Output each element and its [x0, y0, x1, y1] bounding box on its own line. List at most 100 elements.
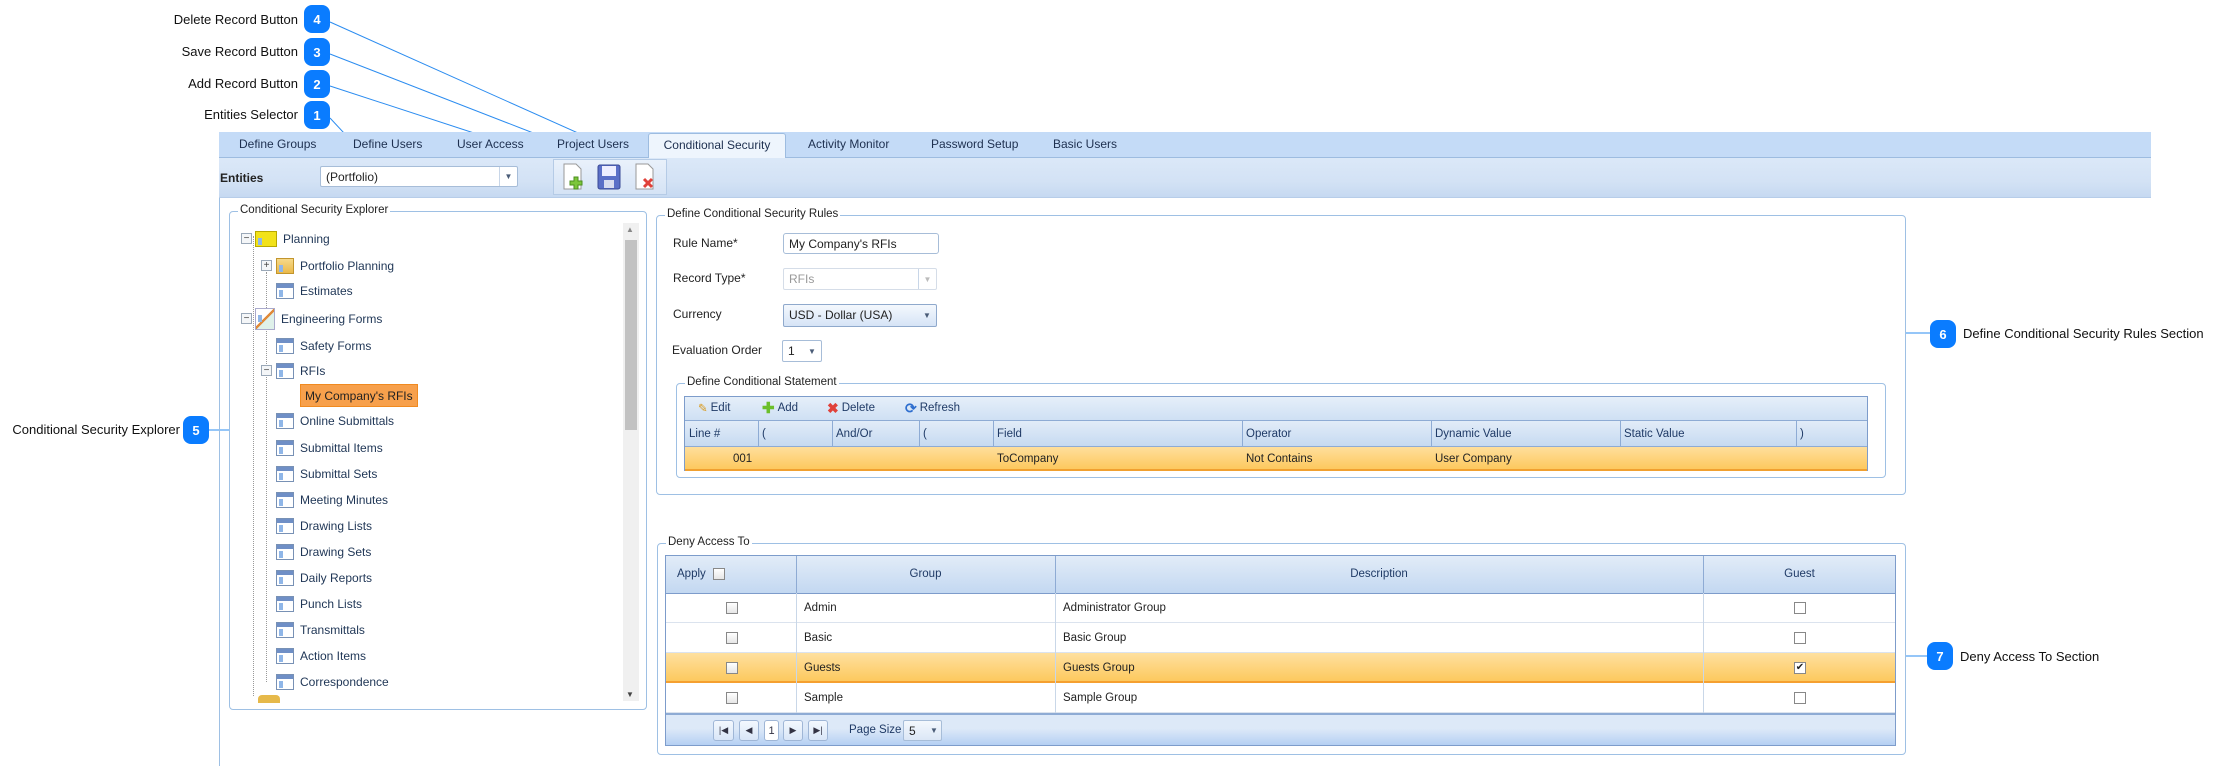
tree-item[interactable]: Portfolio Planning — [276, 256, 394, 276]
save-record-button[interactable] — [597, 164, 621, 190]
chevron-down-icon[interactable]: ▼ — [918, 305, 936, 326]
tree-item[interactable]: Submittal Items — [276, 438, 383, 458]
callout-label-delete-record: Delete Record Button — [173, 12, 298, 27]
tree-item[interactable]: RFIs — [276, 361, 325, 381]
column-header[interactable]: Group — [796, 568, 1055, 580]
group-cell: Sample — [804, 692, 843, 704]
column-header[interactable]: ) — [1800, 428, 1804, 440]
tab-password-setup[interactable]: Password Setup — [931, 137, 1018, 151]
tree-item[interactable]: Drawing Lists — [276, 516, 372, 536]
delete-record-button[interactable] — [634, 163, 656, 191]
evaluation-order-select[interactable]: 1 ▼ — [782, 340, 822, 362]
column-divider — [1242, 421, 1243, 446]
record-type-value: RFIs — [789, 272, 815, 286]
group-cell: Guests — [804, 662, 841, 674]
refresh-button[interactable]: ⟳ Refresh — [905, 398, 960, 418]
edit-button[interactable]: ✎ Edit — [698, 398, 730, 418]
page-size-select[interactable]: 5 ▼ — [903, 720, 942, 741]
collapse-icon[interactable]: − — [261, 365, 272, 376]
column-header[interactable]: Operator — [1246, 428, 1291, 440]
tab-basic-users[interactable]: Basic Users — [1053, 137, 1117, 151]
grid-cell[interactable]: 001 — [733, 453, 752, 465]
first-page-button[interactable]: |◀ — [713, 720, 734, 741]
column-divider — [1703, 593, 1704, 713]
chevron-down-icon[interactable]: ▼ — [803, 341, 821, 361]
column-header[interactable]: Line # — [689, 428, 720, 440]
form-icon — [276, 674, 294, 690]
collapse-icon[interactable]: − — [241, 313, 252, 324]
column-header[interactable]: ( — [762, 428, 766, 440]
tree-item[interactable]: My Company's RFIs — [300, 384, 418, 407]
column-header[interactable]: Guest — [1703, 568, 1896, 580]
tree-item[interactable]: Punch Lists — [276, 594, 362, 614]
add-button[interactable]: ✚ Add — [762, 398, 798, 418]
column-header[interactable]: Field — [997, 428, 1022, 440]
tree-item-label: Submittal Items — [300, 441, 383, 455]
callout-badge-4: 4 — [304, 5, 330, 33]
table-row[interactable] — [666, 683, 1895, 713]
tree-item[interactable]: Online Submittals — [276, 411, 394, 431]
guest-checkbox[interactable] — [1794, 632, 1806, 644]
statement-title: Define Conditional Statement — [685, 376, 839, 388]
guest-checkbox[interactable] — [1794, 602, 1806, 614]
table-row[interactable] — [666, 593, 1895, 623]
table-row[interactable] — [666, 653, 1895, 683]
chevron-down-icon[interactable]: ▼ — [499, 167, 517, 186]
grid-cell[interactable]: User Company — [1435, 453, 1512, 465]
current-page[interactable]: 1 — [764, 720, 779, 741]
currency-select[interactable]: USD - Dollar (USA) ▼ — [783, 304, 937, 327]
column-header[interactable]: Static Value — [1624, 428, 1685, 440]
group-cell: Admin — [804, 602, 837, 614]
column-header[interactable]: Dynamic Value — [1435, 428, 1512, 440]
table-row[interactable] — [666, 623, 1895, 653]
tree-item[interactable]: Daily Reports — [276, 568, 372, 588]
tab-project-users[interactable]: Project Users — [557, 137, 629, 151]
column-header[interactable]: And/Or — [836, 428, 872, 440]
collapse-icon[interactable]: − — [241, 233, 252, 244]
tree-item[interactable]: Action Items — [276, 646, 366, 666]
column-divider — [796, 593, 797, 713]
callout-label-explorer: Conditional Security Explorer — [12, 422, 180, 437]
scrollbar-thumb[interactable] — [625, 240, 637, 430]
apply-all-checkbox[interactable] — [713, 568, 725, 580]
chevron-down-icon[interactable]: ▼ — [918, 269, 936, 289]
last-page-button[interactable]: ▶| — [808, 720, 828, 741]
chevron-down-icon[interactable]: ▼ — [927, 721, 941, 740]
column-header[interactable]: Description — [1055, 568, 1703, 580]
delete-button[interactable]: ✖ Delete — [827, 398, 875, 418]
tab-define-groups[interactable]: Define Groups — [239, 137, 316, 151]
expand-icon[interactable]: + — [261, 260, 272, 271]
rule-name-input[interactable]: My Company's RFIs — [783, 233, 939, 254]
tab-user-access[interactable]: User Access — [457, 137, 524, 151]
record-type-select[interactable]: RFIs ▼ — [783, 268, 937, 290]
entities-selector[interactable]: (Portfolio) ▼ — [320, 166, 518, 187]
scroll-down-icon[interactable]: ▼ — [626, 690, 634, 699]
guest-checkbox[interactable] — [1794, 692, 1806, 704]
tree-item[interactable]: Safety Forms — [276, 336, 371, 356]
apply-checkbox[interactable] — [726, 602, 738, 614]
tree-item[interactable]: Planning — [255, 229, 330, 249]
tree-item[interactable]: Estimates — [276, 281, 353, 301]
tab-define-users[interactable]: Define Users — [353, 137, 422, 151]
explorer-scrollbar[interactable]: ▲ ▼ — [623, 223, 639, 701]
tree-item[interactable]: Transmittals — [276, 620, 365, 640]
tab-conditional-security[interactable]: Conditional Security — [648, 133, 786, 159]
guest-checkbox[interactable]: ✔ — [1794, 662, 1806, 674]
apply-checkbox[interactable] — [726, 692, 738, 704]
next-page-button[interactable]: ▶ — [783, 720, 803, 741]
tab-activity-monitor[interactable]: Activity Monitor — [808, 137, 889, 151]
tree-item[interactable]: Submittal Sets — [276, 464, 377, 484]
prev-page-button[interactable]: ◀ — [739, 720, 759, 741]
add-record-button[interactable] — [562, 163, 584, 191]
callout-badge-1: 1 — [304, 101, 330, 129]
grid-cell[interactable]: ToCompany — [997, 453, 1058, 465]
scroll-up-icon[interactable]: ▲ — [626, 225, 634, 234]
tree-item[interactable]: Meeting Minutes — [276, 490, 388, 510]
tree-item[interactable]: Engineering Forms — [255, 308, 382, 330]
apply-checkbox[interactable] — [726, 632, 738, 644]
apply-checkbox[interactable] — [726, 662, 738, 674]
column-header[interactable]: ( — [923, 428, 927, 440]
tree-item[interactable]: Correspondence — [276, 672, 389, 692]
tree-item[interactable]: Drawing Sets — [276, 542, 371, 562]
grid-cell[interactable]: Not Contains — [1246, 453, 1312, 465]
